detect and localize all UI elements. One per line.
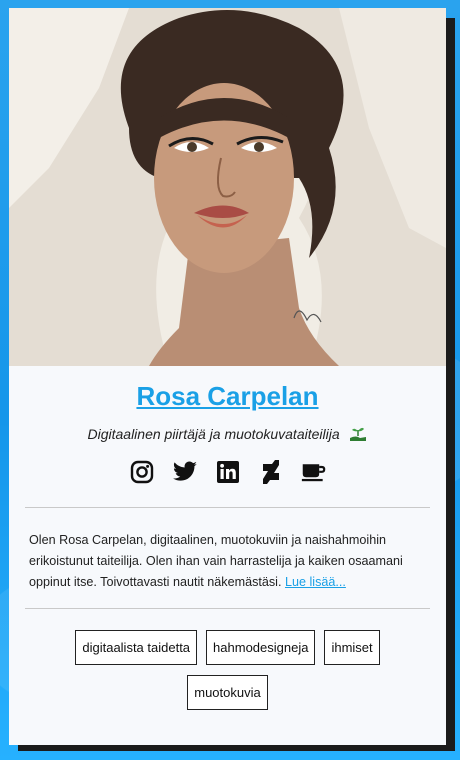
profile-subtitle: Digitaalinen piirtäjä ja muotokuvataitei… <box>9 426 446 445</box>
subtitle-text: Digitaalinen piirtäjä ja muotokuvataitei… <box>87 426 340 442</box>
read-more-link[interactable]: Lue lisää... <box>285 575 346 589</box>
social-links <box>9 458 446 486</box>
tag-muotokuvia[interactable]: muotokuvia <box>187 675 268 710</box>
bio-text: Olen Rosa Carpelan, digitaalinen, muotok… <box>29 533 403 589</box>
linkedin-icon[interactable] <box>215 459 241 485</box>
twitter-icon[interactable] <box>172 459 198 485</box>
tag-ihmiset[interactable]: ihmiset <box>324 630 380 665</box>
tag-list: digitaalista taidetta hahmodesigneja ihm… <box>9 609 446 710</box>
tag-digitaalista-taidetta[interactable]: digitaalista taidetta <box>75 630 198 665</box>
tag-hahmodesigneja[interactable]: hahmodesigneja <box>206 630 316 665</box>
deviantart-icon[interactable] <box>258 459 284 485</box>
profile-bio: Olen Rosa Carpelan, digitaalinen, muotok… <box>9 508 446 598</box>
profile-card: Rosa Carpelan Digitaalinen piirtäjä ja m… <box>9 8 446 745</box>
coffee-icon[interactable] <box>301 459 327 485</box>
portrait-image <box>9 8 446 366</box>
hand-seedling-icon <box>348 426 368 445</box>
profile-name-link[interactable]: Rosa Carpelan <box>9 381 446 412</box>
instagram-icon[interactable] <box>129 459 155 485</box>
